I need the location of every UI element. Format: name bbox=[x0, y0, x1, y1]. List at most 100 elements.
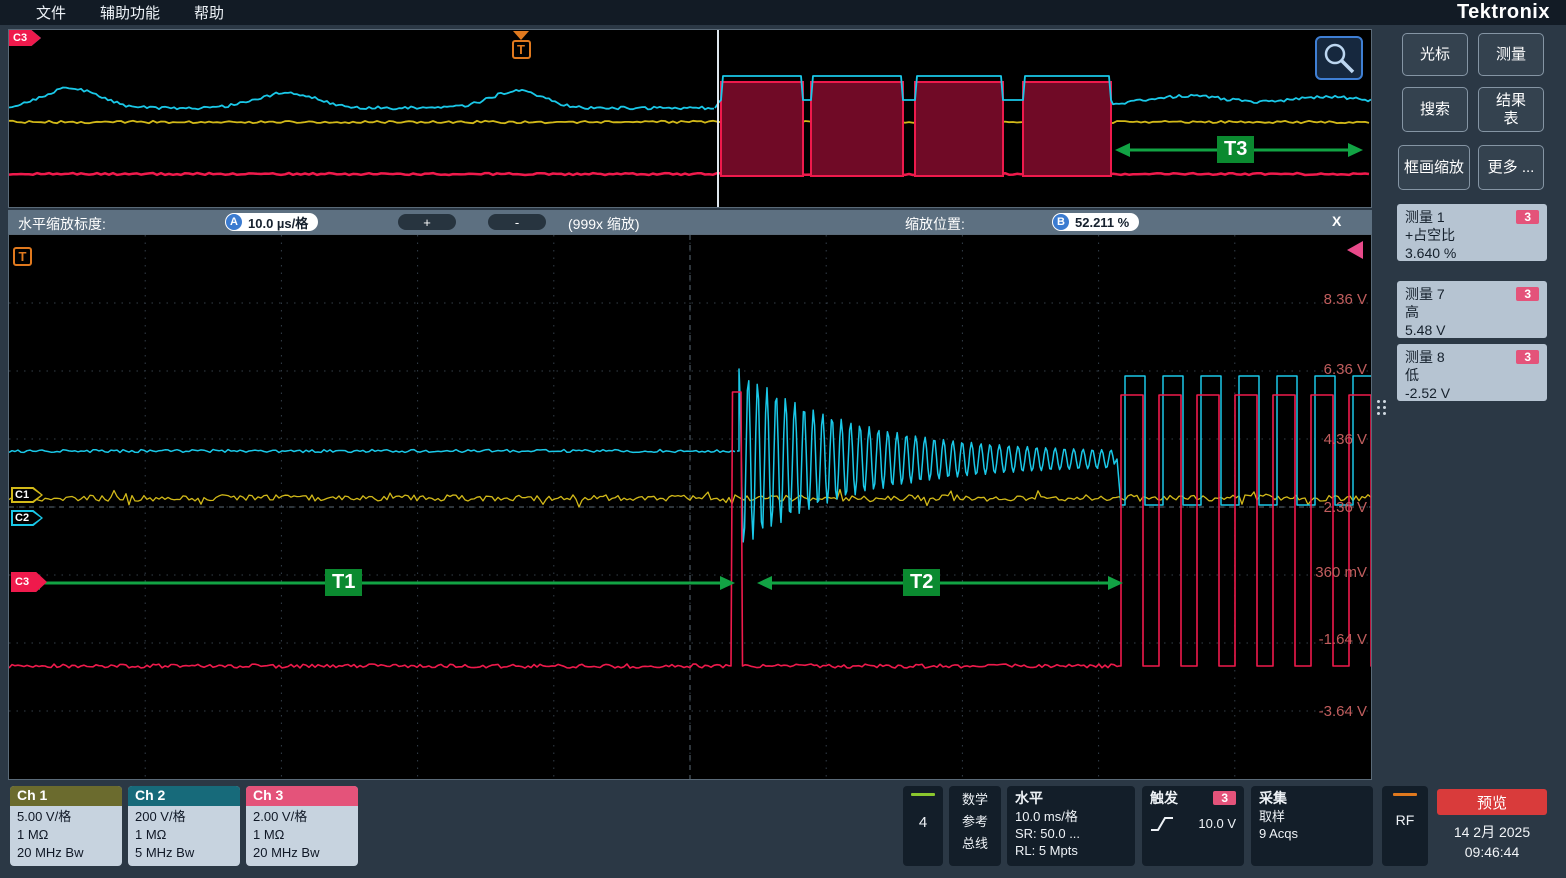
measurement-value: 3.640 % bbox=[1405, 245, 1539, 263]
menu-bar: 文件 辅助功能 帮助 Tektronix bbox=[0, 0, 1566, 25]
voltage-gridline-label: 2.36 V bbox=[1291, 499, 1367, 516]
menu-help[interactable]: 帮助 bbox=[194, 2, 224, 23]
main-waveform-svg bbox=[9, 235, 1371, 779]
source-badge: 3 bbox=[1516, 210, 1539, 224]
voltage-gridline-label: 360 mV bbox=[1291, 564, 1367, 581]
t3-search-label: T3 bbox=[1217, 136, 1254, 163]
channel-1-badge[interactable]: Ch 1 5.00 V/格 1 MΩ 20 MHz Bw bbox=[10, 786, 122, 866]
measurement-title: 测量 1 bbox=[1405, 207, 1445, 227]
zoom-control-bar: 水平缩放标度: A 10.0 µs/格 + - (999x 缩放) 缩放位置: … bbox=[8, 210, 1372, 234]
rf-badge[interactable]: RF bbox=[1382, 786, 1428, 866]
zoom-position-value[interactable]: B 52.211 % bbox=[1052, 213, 1139, 231]
panel-drag-handle[interactable] bbox=[1377, 400, 1387, 415]
trigger-indicator[interactable]: T bbox=[13, 247, 32, 266]
menu-utility[interactable]: 辅助功能 bbox=[100, 2, 160, 23]
zoom-scale-value[interactable]: A 10.0 µs/格 bbox=[225, 213, 318, 231]
horizontal-title: 水平 bbox=[1015, 789, 1127, 808]
rf-label: RF bbox=[1390, 812, 1420, 828]
acquisition-title: 采集 bbox=[1259, 789, 1365, 808]
voltage-gridline-label: -3.64 V bbox=[1291, 703, 1367, 720]
more-button[interactable]: 更多 ... bbox=[1478, 145, 1544, 190]
date-label: 14 2月 2025 bbox=[1437, 822, 1547, 842]
ch2-scale: 200 V/格 bbox=[135, 808, 233, 826]
measurement-name: 低 bbox=[1405, 367, 1539, 385]
measurement-value: -2.52 V bbox=[1405, 385, 1539, 403]
main-waveform-display[interactable]: T C1 C2 C3 T1 T2 8.36 V 6.36 V 4.36 V 2.… bbox=[8, 234, 1372, 780]
menu-file[interactable]: 文件 bbox=[36, 2, 66, 23]
zoom-overview-panel[interactable]: T C2 C3 T3 bbox=[8, 29, 1372, 208]
t1-measure-label: T1 bbox=[325, 569, 362, 596]
voltage-gridline-label: -1.64 V bbox=[1291, 631, 1367, 648]
measurement-badge-1[interactable]: 测量 1 3 +占空比 3.640 % bbox=[1397, 204, 1547, 261]
horizontal-scale: 10.0 ms/格 bbox=[1015, 808, 1127, 825]
measure-button[interactable]: 测量 bbox=[1478, 33, 1544, 76]
record-length: RL: 5 Mpts bbox=[1015, 842, 1127, 859]
trigger-source-badge: 3 bbox=[1213, 791, 1236, 805]
ref-label: 参考 bbox=[957, 811, 993, 833]
draw-zoom-button[interactable]: 框画缩放 bbox=[1398, 145, 1470, 190]
ch4-label: 4 bbox=[911, 814, 935, 831]
ch2-impedance: 1 MΩ bbox=[135, 826, 233, 844]
oscilloscope-app: 文件 辅助功能 帮助 Tektronix T C2 C3 T3 水平缩放标度: … bbox=[0, 0, 1566, 878]
search-button[interactable]: 搜索 bbox=[1402, 87, 1468, 132]
results-table-button[interactable]: 结果表 bbox=[1478, 87, 1544, 132]
trigger-t-icon: T bbox=[512, 40, 531, 59]
ch4-color-dash bbox=[911, 793, 935, 796]
multipurpose-b-icon: B bbox=[1053, 214, 1069, 230]
time-label: 09:46:44 bbox=[1437, 842, 1547, 862]
zoom-magnifier-icon[interactable] bbox=[1315, 36, 1363, 80]
ch1-bandwidth: 20 MHz Bw bbox=[17, 844, 115, 862]
math-label: 数学 bbox=[957, 789, 993, 811]
ch3-scale: 2.00 V/格 bbox=[253, 808, 351, 826]
cursor-button[interactable]: 光标 bbox=[1402, 33, 1468, 76]
sample-rate: SR: 50.0 ... bbox=[1015, 825, 1127, 842]
acquisition-badge[interactable]: 采集 取样 9 Acqs bbox=[1251, 786, 1373, 866]
source-badge: 3 bbox=[1516, 287, 1539, 301]
channel-4-badge[interactable]: 4 bbox=[903, 786, 943, 866]
ch2-bandwidth: 5 MHz Bw bbox=[135, 844, 233, 862]
rf-color-dash bbox=[1393, 793, 1417, 796]
trigger-arrow-icon bbox=[513, 31, 529, 40]
measurement-value: 5.48 V bbox=[1405, 322, 1539, 340]
ch1-impedance: 1 MΩ bbox=[17, 826, 115, 844]
trigger-position-marker[interactable]: T bbox=[510, 31, 532, 59]
zoom-scale-label: 水平缩放标度: bbox=[18, 214, 106, 234]
measurement-badge-7[interactable]: 测量 7 3 高 5.48 V bbox=[1397, 281, 1547, 338]
trigger-level-arrow[interactable] bbox=[1347, 241, 1363, 259]
bus-label: 总线 bbox=[957, 833, 993, 855]
zoom-close-button[interactable]: X bbox=[1332, 213, 1341, 229]
acquisition-mode: 取样 bbox=[1259, 808, 1365, 825]
zoom-factor-label: (999x 缩放) bbox=[568, 214, 640, 234]
ch3-impedance: 1 MΩ bbox=[253, 826, 351, 844]
measurement-name: 高 bbox=[1405, 304, 1539, 322]
tektronix-logo: Tektronix bbox=[1457, 1, 1550, 24]
rising-edge-icon bbox=[1150, 816, 1174, 832]
channel-2-header: Ch 2 bbox=[128, 786, 240, 806]
zoom-out-button[interactable]: - bbox=[488, 214, 546, 230]
channel-2-badge[interactable]: Ch 2 200 V/格 1 MΩ 5 MHz Bw bbox=[128, 786, 240, 866]
channel-3-badge[interactable]: Ch 3 2.00 V/格 1 MΩ 20 MHz Bw bbox=[246, 786, 358, 866]
zoom-in-button[interactable]: + bbox=[398, 214, 456, 230]
preview-button[interactable]: 预览 bbox=[1437, 789, 1547, 815]
acquisition-count: 9 Acqs bbox=[1259, 825, 1365, 842]
measurement-title: 测量 8 bbox=[1405, 347, 1445, 367]
horizontal-badge[interactable]: 水平 10.0 ms/格 SR: 50.0 ... RL: 5 Mpts bbox=[1007, 786, 1135, 866]
overview-waveform-svg bbox=[9, 30, 1371, 207]
multipurpose-a-icon: A bbox=[226, 214, 242, 230]
measurement-name: +占空比 bbox=[1405, 227, 1539, 245]
trigger-level: 10.0 V bbox=[1198, 816, 1236, 831]
ch3-bandwidth: 20 MHz Bw bbox=[253, 844, 351, 862]
math-ref-bus-badge[interactable]: 数学 参考 总线 bbox=[949, 786, 1001, 866]
voltage-gridline-label: 6.36 V bbox=[1291, 361, 1367, 378]
voltage-gridline-label: 4.36 V bbox=[1291, 431, 1367, 448]
measurement-title: 测量 7 bbox=[1405, 284, 1445, 304]
zoom-position-label: 缩放位置: bbox=[905, 214, 965, 234]
t2-measure-label: T2 bbox=[903, 569, 940, 596]
trigger-badge[interactable]: 触发 3 10.0 V bbox=[1142, 786, 1244, 866]
ch1-scale: 5.00 V/格 bbox=[17, 808, 115, 826]
measurement-badge-8[interactable]: 测量 8 3 低 -2.52 V bbox=[1397, 344, 1547, 401]
date-time: 14 2月 2025 09:46:44 bbox=[1437, 822, 1547, 863]
source-badge: 3 bbox=[1516, 350, 1539, 364]
channel-1-header: Ch 1 bbox=[10, 786, 122, 806]
magnifier-glyph bbox=[1317, 38, 1361, 78]
